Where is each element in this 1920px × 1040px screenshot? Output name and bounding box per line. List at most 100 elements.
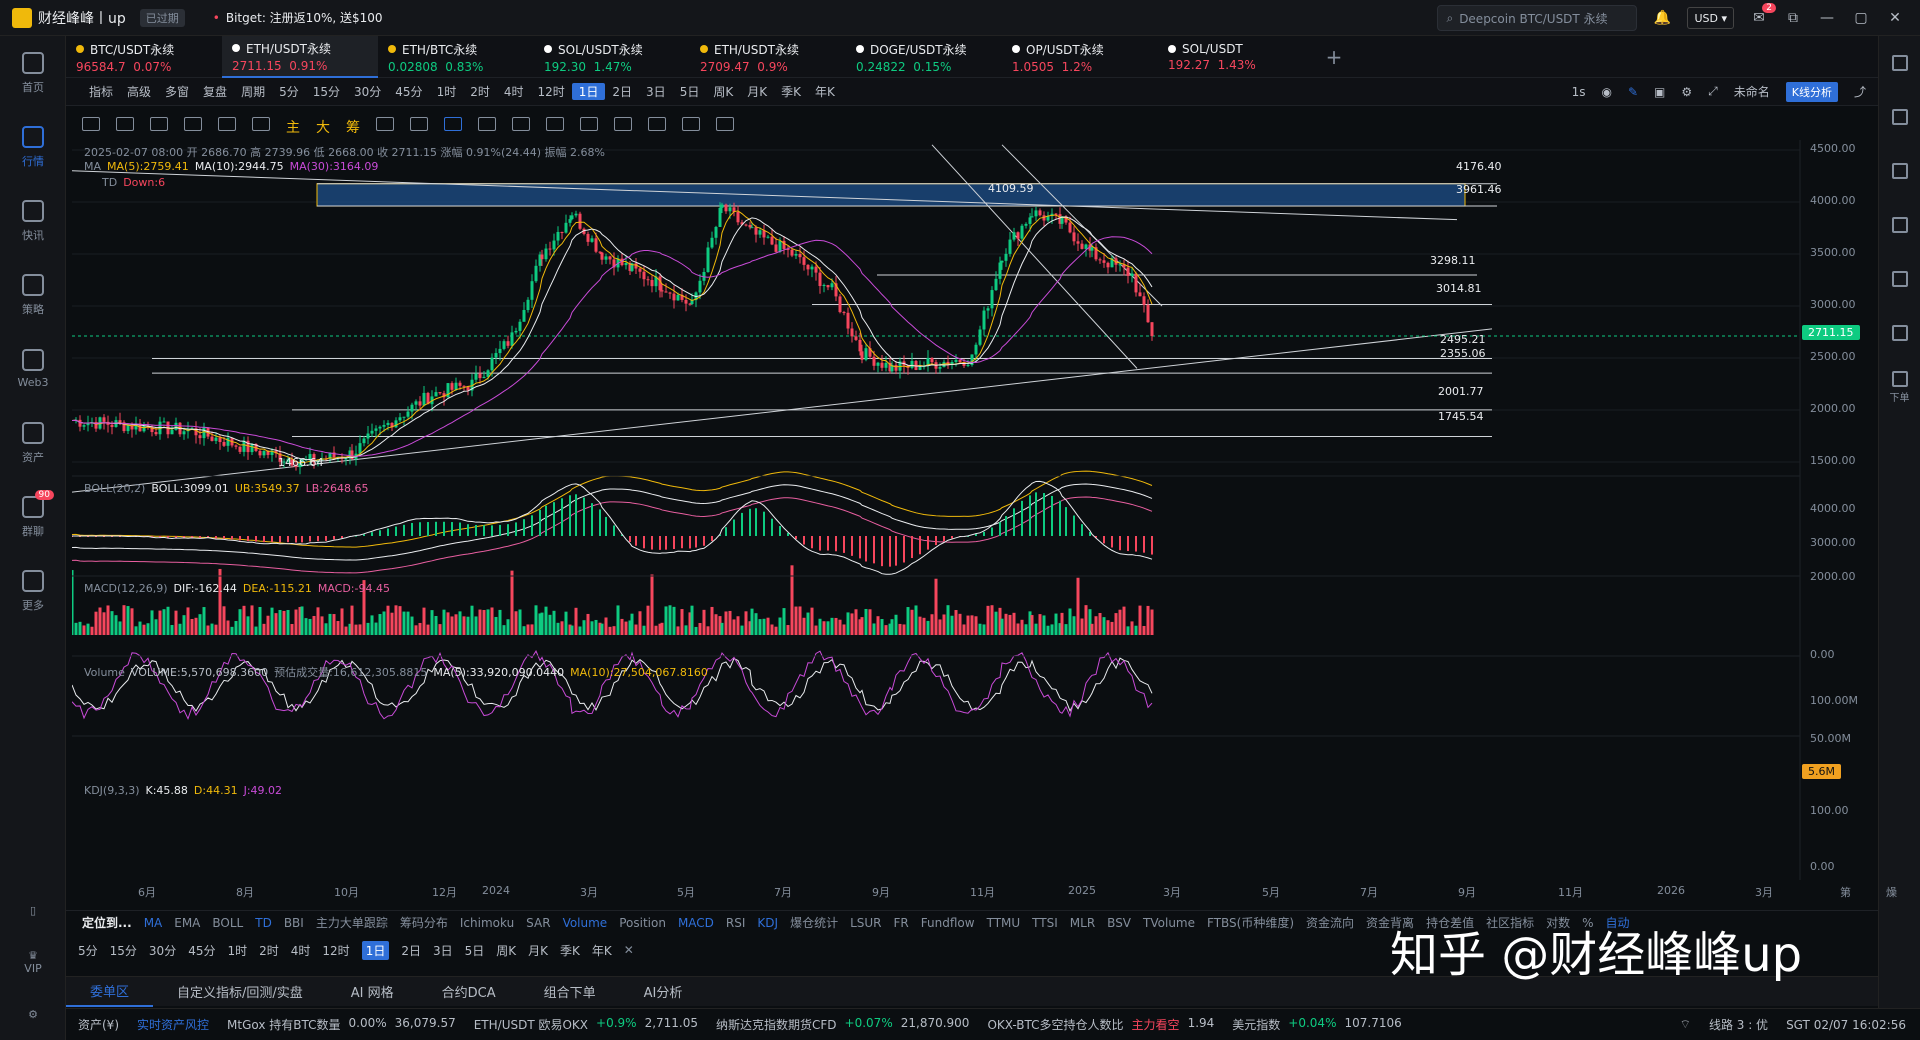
indicator-item[interactable]: MLR — [1070, 916, 1095, 930]
sidebar-item-assets[interactable]: 资产 — [0, 406, 66, 480]
layout-name[interactable]: 未命名 — [1734, 83, 1770, 100]
add-tab-icon[interactable]: + — [1314, 36, 1354, 77]
ticker-tab[interactable]: SOL/USDT 192.27 1.43% — [1158, 36, 1314, 78]
order-tab[interactable]: 自定义指标/回测/实盘 — [153, 977, 327, 1007]
filter-tool-icon[interactable] — [682, 117, 700, 131]
sidebar-item-market[interactable]: 行情 — [0, 110, 66, 184]
camera-tool-icon[interactable] — [376, 117, 394, 131]
promo-banner[interactable]: • Bitget: 注册返10%, 送$100 — [213, 9, 383, 26]
ticker-tab[interactable]: BTC/USDT永续 96584.7 0.07% — [66, 36, 222, 78]
indicator-item[interactable]: 爆仓统计 — [790, 914, 838, 931]
tick-interval[interactable]: 1s — [1572, 85, 1586, 99]
ticker-dxy[interactable]: 美元指数 +0.04% 107.7106 — [1232, 1016, 1401, 1033]
toolbar-item[interactable]: 4时 — [497, 83, 531, 100]
indicator-item[interactable]: TD — [255, 916, 272, 930]
vip-button[interactable]: ♛ VIP — [0, 936, 66, 988]
period-item[interactable]: 15分 — [110, 942, 137, 959]
settings-gear-icon[interactable]: ⚙ — [0, 988, 66, 1040]
ticker-tab[interactable]: OP/USDT永续 1.0505 1.2% — [1002, 36, 1158, 78]
toolbar-item[interactable]: 1时 — [430, 83, 464, 100]
settings-icon[interactable]: ⚙ — [1681, 85, 1692, 99]
brush-tool-icon[interactable] — [512, 117, 530, 131]
indicator-item[interactable]: 定位到... — [82, 914, 132, 931]
period-item[interactable]: 45分 — [188, 942, 215, 959]
indicator-item[interactable]: BBI — [284, 916, 304, 930]
indicator-item[interactable]: 资金流向 — [1306, 914, 1354, 931]
toolbar-item[interactable]: 12时 — [530, 83, 571, 100]
phone-icon[interactable]: ▯ — [0, 884, 66, 936]
edit-tool-icon[interactable] — [614, 117, 632, 131]
monitor-icon[interactable] — [1879, 252, 1920, 306]
toolbar-item[interactable]: 5分 — [272, 83, 306, 100]
candles-tool-icon[interactable] — [546, 117, 564, 131]
toolbar-item[interactable]: 指标 — [82, 83, 120, 100]
range-tool-icon[interactable] — [184, 117, 202, 131]
ruler-tool-icon[interactable] — [410, 117, 428, 131]
ticker-tab[interactable]: SOL/USDT永续 192.30 1.47% — [534, 36, 690, 78]
indicator-item[interactable]: BSV — [1107, 916, 1131, 930]
order-tab[interactable]: AI分析 — [620, 977, 707, 1007]
period-item[interactable]: 季K — [560, 942, 580, 959]
ticker-okx-ratio[interactable]: OKX-BTC多空持仓人数比 主力看空 1.94 — [987, 1016, 1214, 1033]
brand[interactable]: 财经峰峰丨up 已过期 — [0, 7, 185, 28]
period-item[interactable]: 5分 — [78, 942, 98, 959]
trash-tool-icon[interactable] — [716, 117, 734, 131]
sidebar-item-home[interactable]: 首页 — [0, 36, 66, 110]
toolbar-item[interactable]: 周K — [706, 83, 740, 100]
indicator-item[interactable]: FTBS(币种维度) — [1207, 914, 1294, 931]
risk-control-button[interactable]: 实时资产风控 — [137, 1016, 209, 1033]
indicator-item[interactable]: EMA — [174, 916, 200, 930]
toolbar-item[interactable]: 高级 — [120, 83, 158, 100]
pen-tool-icon[interactable] — [478, 117, 496, 131]
toolbar-item[interactable]: 3日 — [639, 83, 673, 100]
notes-icon[interactable] — [1879, 90, 1920, 144]
eraser-tool-icon[interactable] — [648, 117, 666, 131]
more-tools-icon[interactable] — [252, 117, 270, 131]
toolbar-item[interactable]: 多窗 — [158, 83, 196, 100]
grid-view-icon[interactable] — [1879, 36, 1920, 90]
toolbar-item[interactable]: 月K — [740, 83, 774, 100]
sidebar-item-web3[interactable]: Web3 — [0, 332, 66, 406]
indicator-item[interactable]: Ichimoku — [460, 916, 514, 930]
indicator-item[interactable]: Fundflow — [921, 916, 975, 930]
camera-icon[interactable]: ◉ — [1601, 85, 1611, 99]
kline-chart[interactable]: 2025-02-07 08:00 开 2686.70 高 2739.96 低 2… — [72, 140, 1860, 880]
search-input[interactable]: ⌕ Deepcoin BTC/USDT 永续 — [1437, 5, 1638, 31]
bell-icon[interactable]: 🔔 — [1653, 9, 1671, 27]
messages-icon[interactable] — [1879, 144, 1920, 198]
sidebar-item-strategy[interactable]: 策略 — [0, 258, 66, 332]
period-item[interactable]: 2时 — [259, 942, 279, 959]
period-item[interactable]: 3日 — [433, 942, 453, 959]
ticker-eth-okx[interactable]: ETH/USDT 欧易OKX +0.9% 2,711.05 — [474, 1016, 698, 1033]
period-item[interactable]: 年K — [592, 942, 612, 959]
parallel-tool-icon[interactable] — [218, 117, 236, 131]
indicator-item[interactable]: TTMU — [987, 916, 1021, 930]
kline-analysis-button[interactable]: K线分析 — [1785, 81, 1838, 102]
sidebar-item-news[interactable]: 快讯 — [0, 184, 66, 258]
order-button[interactable]: 下单 — [1879, 360, 1920, 414]
minimize-icon[interactable]: — — [1818, 9, 1836, 27]
trend-icon[interactable] — [1879, 198, 1920, 252]
indicator-item[interactable]: TTSI — [1032, 916, 1058, 930]
toolbar-item[interactable]: 年K — [808, 83, 842, 100]
ticker-tab[interactable]: ETH/BTC永续 0.02808 0.83% — [378, 36, 534, 78]
ticker-nasdaq[interactable]: 纳斯达克指数期货CFD +0.07% 21,870.900 — [716, 1016, 969, 1033]
copy-tool-icon[interactable] — [444, 117, 462, 131]
period-item[interactable]: 周K — [496, 942, 516, 959]
order-tab[interactable]: 合约DCA — [418, 977, 520, 1007]
lock-tool-icon[interactable] — [580, 117, 598, 131]
indicator-item[interactable]: RSI — [726, 916, 746, 930]
indicator-item[interactable]: KDJ — [757, 916, 778, 930]
ticker-tab[interactable]: ETH/USDT永续 2709.47 0.9% — [690, 36, 846, 78]
horizontal-line-tool-icon[interactable] — [116, 117, 134, 131]
toolbar-item[interactable]: 45分 — [388, 83, 429, 100]
indicator-item[interactable]: 主力大单跟踪 — [316, 914, 388, 931]
indicator-item[interactable]: FR — [894, 916, 909, 930]
trendline-tool-icon[interactable] — [82, 117, 100, 131]
indicator-item[interactable]: MA — [144, 916, 163, 930]
indicator-item[interactable]: LSUR — [850, 916, 881, 930]
indicator-item[interactable]: Position — [619, 916, 666, 930]
tool-main[interactable]: 主 — [286, 117, 300, 136]
ticker-tab[interactable]: DOGE/USDT永续 0.24822 0.15% — [846, 36, 1002, 78]
order-tab[interactable]: 委单区 — [66, 977, 154, 1007]
